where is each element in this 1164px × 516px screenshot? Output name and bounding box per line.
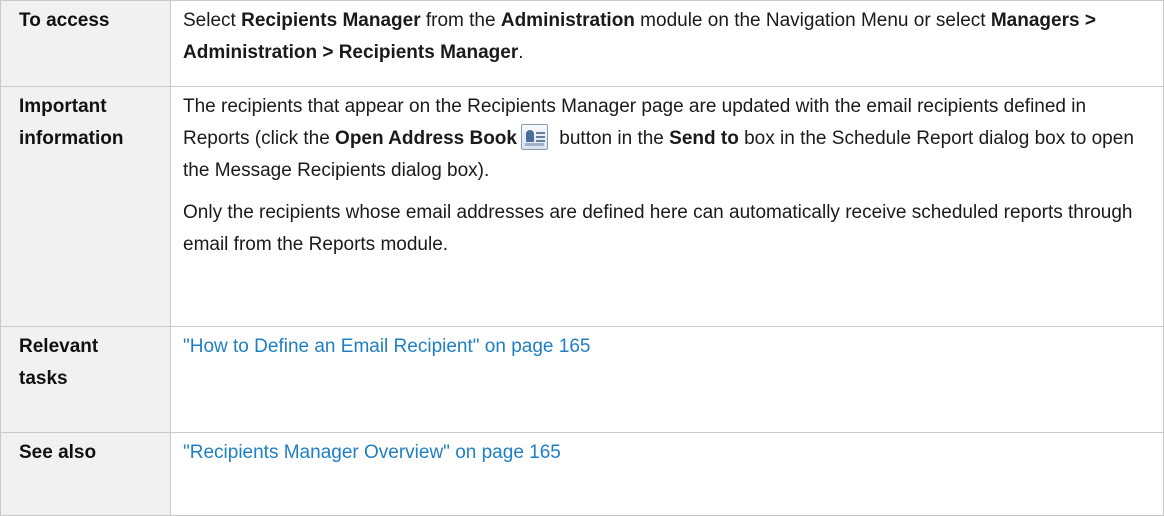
link-how-to-define-email-recipient[interactable]: "How to Define an Email Recipient" on pa… <box>183 336 590 357</box>
bold-send-to: Send to <box>669 128 739 149</box>
row-relevant-tasks: Relevant tasks "How to Define an Email R… <box>0 326 1164 433</box>
paragraph-recipients-email: Only the recipients whose email addresse… <box>183 202 1133 255</box>
bold-recipients-manager: Recipients Manager <box>241 10 421 31</box>
row-value-important-information: The recipients that appear on the Recipi… <box>170 86 1164 327</box>
row-header-relevant-tasks: Relevant tasks <box>0 326 171 433</box>
bold-administration: Administration <box>500 10 635 31</box>
address-book-icon <box>521 124 548 150</box>
paragraph-recipients-update: The recipients that appear on the Recipi… <box>183 96 1134 181</box>
row-header-see-also: See also <box>0 432 171 516</box>
row-value-see-also: "Recipients Manager Overview" on page 16… <box>170 432 1164 516</box>
link-recipients-manager-overview[interactable]: "Recipients Manager Overview" on page 16… <box>183 442 561 463</box>
row-value-to-access: Select Recipients Manager from the Admin… <box>170 0 1164 87</box>
row-header-to-access: To access <box>0 0 171 87</box>
row-see-also: See also "Recipients Manager Overview" o… <box>0 432 1164 516</box>
bold-open-address-book: Open Address Book <box>335 128 517 149</box>
row-value-relevant-tasks: "How to Define an Email Recipient" on pa… <box>170 326 1164 433</box>
row-to-access: To access Select Recipients Manager from… <box>0 0 1164 87</box>
row-header-important-information: Important information <box>0 86 171 327</box>
info-table: To access Select Recipients Manager from… <box>0 0 1164 516</box>
row-important-information: Important information The recipients tha… <box>0 86 1164 327</box>
